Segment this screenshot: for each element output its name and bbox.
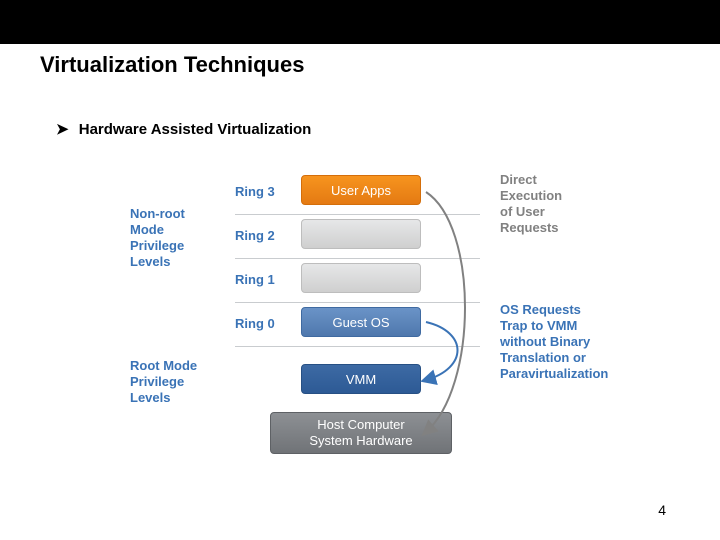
label-direct-execution: Direct Execution of User Requests: [500, 172, 610, 236]
page-number: 4: [658, 502, 666, 518]
box-vmm: VMM: [301, 364, 421, 394]
box-ring2-empty: [301, 219, 421, 249]
box-guest-os: Guest OS: [301, 307, 421, 337]
box-ring1-empty: [301, 263, 421, 293]
label-ring2: Ring 2: [235, 218, 297, 254]
top-black-band: [0, 0, 720, 44]
label-ring3: Ring 3: [235, 174, 297, 210]
label-root-mode: Root Mode Privilege Levels: [130, 358, 225, 406]
virtualization-rings-diagram: Non-root Mode Privilege Levels Root Mode…: [130, 174, 610, 494]
label-os-requests-trap: OS Requests Trap to VMM without Binary T…: [500, 302, 630, 382]
bullet-hardware-assisted: ➤ Hardware Assisted Virtualization: [56, 120, 311, 138]
box-user-apps: User Apps: [301, 175, 421, 205]
slide-title: Virtualization Techniques: [40, 52, 304, 78]
label-nonroot-mode: Non-root Mode Privilege Levels: [130, 206, 225, 270]
bullet-marker-icon: ➤: [56, 121, 69, 138]
label-ring0: Ring 0: [235, 306, 297, 342]
label-ring1: Ring 1: [235, 262, 297, 298]
bullet-text: Hardware Assisted Virtualization: [79, 121, 312, 138]
